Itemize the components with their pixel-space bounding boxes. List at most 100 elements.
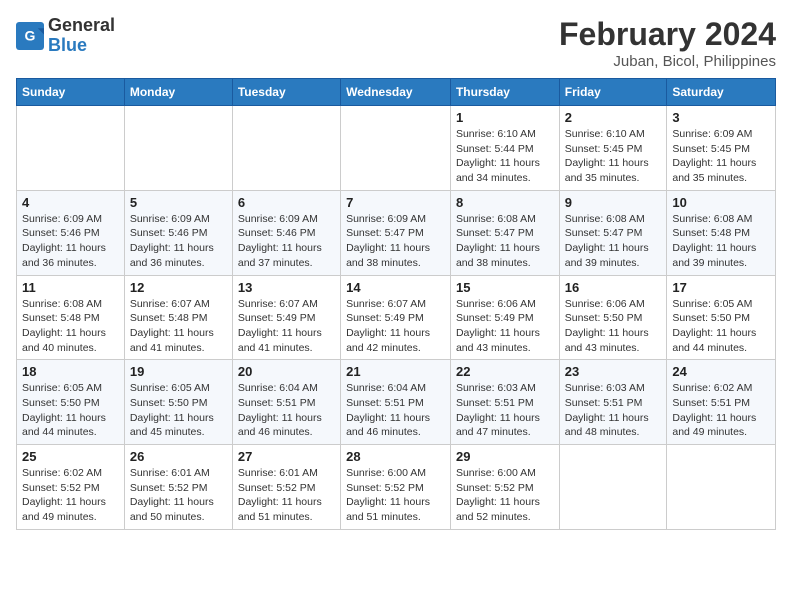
day-number: 13 <box>238 280 335 295</box>
calendar-cell: 18 Sunrise: 6:05 AM Sunset: 5:50 PM Dayli… <box>17 360 125 445</box>
day-info: Sunrise: 6:07 AM Sunset: 5:49 PM Dayligh… <box>238 297 335 356</box>
day-info: Sunrise: 6:05 AM Sunset: 5:50 PM Dayligh… <box>130 381 227 440</box>
calendar-cell: 17 Sunrise: 6:05 AM Sunset: 5:50 PM Dayli… <box>667 275 776 360</box>
calendar-cell: 24Sunrise: 6:02 AM Sunset: 5:51 PM Dayli… <box>667 360 776 445</box>
day-number: 20 <box>238 364 335 379</box>
day-info: Sunrise: 6:02 AM Sunset: 5:51 PM Dayligh… <box>672 381 770 440</box>
day-info: Sunrise: 6:09 AM Sunset: 5:46 PM Dayligh… <box>130 212 227 271</box>
day-info: Sunrise: 6:01 AM Sunset: 5:52 PM Dayligh… <box>238 466 335 525</box>
calendar-cell: 20Sunrise: 6:04 AM Sunset: 5:51 PM Dayli… <box>232 360 340 445</box>
day-number: 8 <box>456 195 554 210</box>
logo-line2: Blue <box>48 36 115 56</box>
day-info: Sunrise: 6:00 AM Sunset: 5:52 PM Dayligh… <box>456 466 554 525</box>
calendar-cell: 10 Sunrise: 6:08 AM Sunset: 5:48 PM Dayli… <box>667 190 776 275</box>
day-info: Sunrise: 6:00 AM Sunset: 5:52 PM Dayligh… <box>346 466 445 525</box>
day-number: 28 <box>346 449 445 464</box>
day-number: 18 <box>22 364 119 379</box>
calendar-cell: 28 Sunrise: 6:00 AM Sunset: 5:52 PM Dayli… <box>341 445 451 530</box>
day-info: Sunrise: 6:10 AM Sunset: 5:44 PM Dayligh… <box>456 127 554 186</box>
calendar-body: 1 Sunrise: 6:10 AM Sunset: 5:44 PM Daylig… <box>17 106 776 530</box>
weekday-header-cell: Saturday <box>667 79 776 106</box>
day-number: 3 <box>672 110 770 125</box>
weekday-header-row: SundayMondayTuesdayWednesdayThursdayFrid… <box>17 79 776 106</box>
calendar-cell: 21 Sunrise: 6:04 AM Sunset: 5:51 PM Dayli… <box>341 360 451 445</box>
calendar-cell: 29 Sunrise: 6:00 AM Sunset: 5:52 PM Dayli… <box>450 445 559 530</box>
calendar-cell <box>559 445 667 530</box>
logo: G General Blue <box>16 16 115 56</box>
day-info: Sunrise: 6:08 AM Sunset: 5:47 PM Dayligh… <box>565 212 662 271</box>
calendar-cell: 15Sunrise: 6:06 AM Sunset: 5:49 PM Dayli… <box>450 275 559 360</box>
day-info: Sunrise: 6:05 AM Sunset: 5:50 PM Dayligh… <box>22 381 119 440</box>
day-number: 9 <box>565 195 662 210</box>
day-info: Sunrise: 6:07 AM Sunset: 5:49 PM Dayligh… <box>346 297 445 356</box>
day-info: Sunrise: 6:03 AM Sunset: 5:51 PM Dayligh… <box>565 381 662 440</box>
day-number: 23 <box>565 364 662 379</box>
day-info: Sunrise: 6:07 AM Sunset: 5:48 PM Dayligh… <box>130 297 227 356</box>
day-number: 16 <box>565 280 662 295</box>
logo-icon: G <box>16 22 44 50</box>
page-header: G General Blue February 2024 Juban, Bico… <box>16 16 776 70</box>
calendar-cell: 25 Sunrise: 6:02 AM Sunset: 5:52 PM Dayli… <box>17 445 125 530</box>
calendar-cell: 26 Sunrise: 6:01 AM Sunset: 5:52 PM Dayli… <box>124 445 232 530</box>
calendar-cell <box>341 106 451 191</box>
weekday-header-cell: Thursday <box>450 79 559 106</box>
day-info: Sunrise: 6:09 AM Sunset: 5:46 PM Dayligh… <box>238 212 335 271</box>
calendar-cell: 2 Sunrise: 6:10 AM Sunset: 5:45 PM Daylig… <box>559 106 667 191</box>
title-area: February 2024 Juban, Bicol, Philippines <box>559 16 776 70</box>
day-number: 29 <box>456 449 554 464</box>
calendar-cell <box>667 445 776 530</box>
weekday-header-cell: Monday <box>124 79 232 106</box>
day-number: 17 <box>672 280 770 295</box>
day-info: Sunrise: 6:05 AM Sunset: 5:50 PM Dayligh… <box>672 297 770 356</box>
calendar-week-row: 11Sunrise: 6:08 AM Sunset: 5:48 PM Dayli… <box>17 275 776 360</box>
day-number: 27 <box>238 449 335 464</box>
month-title: February 2024 <box>559 16 776 53</box>
weekday-header-cell: Sunday <box>17 79 125 106</box>
day-number: 21 <box>346 364 445 379</box>
day-info: Sunrise: 6:08 AM Sunset: 5:48 PM Dayligh… <box>672 212 770 271</box>
logo-line1: General <box>48 16 115 36</box>
day-info: Sunrise: 6:02 AM Sunset: 5:52 PM Dayligh… <box>22 466 119 525</box>
day-info: Sunrise: 6:10 AM Sunset: 5:45 PM Dayligh… <box>565 127 662 186</box>
calendar-cell: 23 Sunrise: 6:03 AM Sunset: 5:51 PM Dayli… <box>559 360 667 445</box>
calendar-cell: 13 Sunrise: 6:07 AM Sunset: 5:49 PM Dayli… <box>232 275 340 360</box>
day-info: Sunrise: 6:01 AM Sunset: 5:52 PM Dayligh… <box>130 466 227 525</box>
day-info: Sunrise: 6:03 AM Sunset: 5:51 PM Dayligh… <box>456 381 554 440</box>
weekday-header-cell: Friday <box>559 79 667 106</box>
day-number: 4 <box>22 195 119 210</box>
day-info: Sunrise: 6:09 AM Sunset: 5:45 PM Dayligh… <box>672 127 770 186</box>
svg-text:G: G <box>25 27 36 43</box>
day-number: 10 <box>672 195 770 210</box>
day-number: 1 <box>456 110 554 125</box>
day-info: Sunrise: 6:09 AM Sunset: 5:47 PM Dayligh… <box>346 212 445 271</box>
calendar-cell: 6 Sunrise: 6:09 AM Sunset: 5:46 PM Daylig… <box>232 190 340 275</box>
day-number: 6 <box>238 195 335 210</box>
calendar-week-row: 25 Sunrise: 6:02 AM Sunset: 5:52 PM Dayli… <box>17 445 776 530</box>
day-info: Sunrise: 6:06 AM Sunset: 5:50 PM Dayligh… <box>565 297 662 356</box>
day-info: Sunrise: 6:04 AM Sunset: 5:51 PM Dayligh… <box>346 381 445 440</box>
calendar-cell: 19 Sunrise: 6:05 AM Sunset: 5:50 PM Dayli… <box>124 360 232 445</box>
calendar-week-row: 18 Sunrise: 6:05 AM Sunset: 5:50 PM Dayli… <box>17 360 776 445</box>
day-number: 14 <box>346 280 445 295</box>
day-number: 26 <box>130 449 227 464</box>
calendar-cell <box>17 106 125 191</box>
calendar-cell: 3 Sunrise: 6:09 AM Sunset: 5:45 PM Daylig… <box>667 106 776 191</box>
day-number: 22 <box>456 364 554 379</box>
calendar-week-row: 4 Sunrise: 6:09 AM Sunset: 5:46 PM Daylig… <box>17 190 776 275</box>
calendar-cell: 11Sunrise: 6:08 AM Sunset: 5:48 PM Dayli… <box>17 275 125 360</box>
day-number: 25 <box>22 449 119 464</box>
day-info: Sunrise: 6:08 AM Sunset: 5:48 PM Dayligh… <box>22 297 119 356</box>
calendar-cell: 8Sunrise: 6:08 AM Sunset: 5:47 PM Daylig… <box>450 190 559 275</box>
calendar-cell: 22 Sunrise: 6:03 AM Sunset: 5:51 PM Dayli… <box>450 360 559 445</box>
calendar-cell: 9 Sunrise: 6:08 AM Sunset: 5:47 PM Daylig… <box>559 190 667 275</box>
day-number: 12 <box>130 280 227 295</box>
calendar-table: SundayMondayTuesdayWednesdayThursdayFrid… <box>16 78 776 530</box>
calendar-cell: 27 Sunrise: 6:01 AM Sunset: 5:52 PM Dayli… <box>232 445 340 530</box>
day-number: 7 <box>346 195 445 210</box>
day-number: 2 <box>565 110 662 125</box>
day-number: 19 <box>130 364 227 379</box>
calendar-week-row: 1 Sunrise: 6:10 AM Sunset: 5:44 PM Daylig… <box>17 106 776 191</box>
calendar-cell <box>232 106 340 191</box>
calendar-cell: 7 Sunrise: 6:09 AM Sunset: 5:47 PM Daylig… <box>341 190 451 275</box>
day-number: 15 <box>456 280 554 295</box>
